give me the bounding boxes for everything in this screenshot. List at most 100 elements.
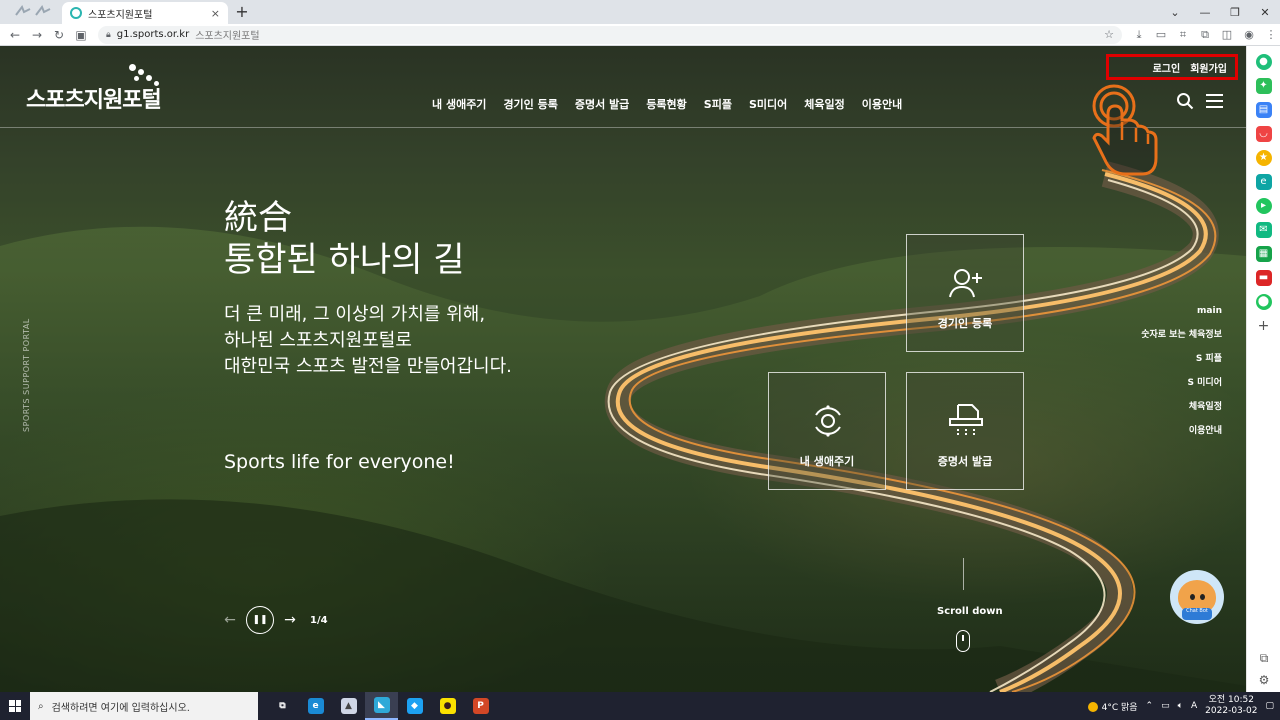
ext-star-icon[interactable]: ★	[1255, 150, 1272, 166]
slide-next-icon[interactable]: →	[282, 612, 298, 628]
side-nav-item-guide[interactable]: 이용안내	[1141, 423, 1222, 436]
browser-tab-strip: 스포츠지원포털 × + ⌄ — ❐ ✕	[0, 0, 1280, 24]
notification-icon[interactable]: ▢	[1265, 701, 1274, 711]
browser-extension-sidebar: ● ✦ ▤ ◡ ★ e ▸ ✉ ▦ ▬ ⬤ + ⧉ ⚙	[1246, 46, 1280, 692]
tab-close-icon[interactable]: ×	[211, 7, 220, 20]
login-signup-highlight: 로그인 회원가입	[1106, 54, 1238, 80]
restore-icon[interactable]: ❐	[1220, 6, 1250, 19]
download-icon[interactable]: ⤓	[1130, 28, 1148, 42]
ext-red-pocket-icon[interactable]: ◡	[1255, 126, 1272, 142]
app-blue-icon[interactable]: ◆	[398, 692, 431, 720]
ext-red-badge-icon[interactable]: ▬	[1255, 270, 1272, 286]
hero-slogan: Sports life for everyone!	[224, 451, 455, 473]
weather-widget[interactable]: 4°C 맑음	[1087, 700, 1138, 713]
lock-icon[interactable]: 🔒︎	[106, 30, 111, 40]
gnb-item-smedia[interactable]: S미디어	[749, 96, 787, 112]
address-bar[interactable]: 🔒︎ g1.sports.or.kr 스포츠지원포털 ☆	[98, 25, 1122, 44]
tray-chevron-icon[interactable]: ⌃	[1146, 701, 1154, 711]
address-page-title: 스포츠지원포털	[195, 31, 260, 42]
ext-add-icon[interactable]: +	[1256, 318, 1272, 334]
chatbot-button[interactable]: Chat Bot	[1170, 570, 1224, 624]
slide-prev-icon[interactable]: ←	[222, 612, 238, 628]
gnb-item-lifecycle[interactable]: 내 생애주기	[432, 96, 486, 112]
quick-card-label: 경기인 등록	[937, 317, 993, 330]
side-nav-item-main[interactable]: main	[1141, 306, 1222, 316]
extensions-icon[interactable]: ⧉	[1196, 28, 1214, 42]
hero-desc-line: 대한민국 스포츠 발전을 만들어갑니다.	[224, 356, 512, 377]
browser-tab-active[interactable]: 스포츠지원포털 ×	[62, 2, 228, 24]
task-view-icon[interactable]: ⧉	[266, 692, 299, 720]
address-url: g1.sports.or.kr	[116, 29, 190, 40]
site-logo[interactable]: 스포츠지원포털	[26, 64, 166, 113]
pinned-tab-icon[interactable]	[12, 3, 56, 21]
ext-settings-icon[interactable]: ⚙	[1256, 672, 1272, 688]
ime-icon[interactable]: A	[1191, 701, 1197, 711]
quick-card-certificate[interactable]: 증명서 발급	[906, 372, 1024, 490]
hero-description: 더 큰 미래, 그 이상의 가치를 위해, 하나된 스포츠지원포털로 대한민국 …	[224, 302, 512, 380]
screenshot-icon[interactable]: ⌗	[1174, 28, 1192, 42]
clock-time: 오전 10:52	[1208, 695, 1254, 705]
ext-blue-box-icon[interactable]: ▤	[1255, 102, 1272, 118]
quick-card-athlete-register[interactable]: 경기인 등록	[906, 234, 1024, 352]
gnb-item-certificate[interactable]: 증명서 발급	[575, 96, 629, 112]
sidebar-toggle-icon[interactable]: ◫	[1218, 28, 1236, 42]
search-icon[interactable]	[1176, 92, 1194, 110]
forward-icon[interactable]: →	[28, 28, 46, 42]
network-icon[interactable]: ▭	[1161, 701, 1170, 711]
quick-card-label: 내 생애주기	[799, 455, 855, 468]
app-tent-icon[interactable]: ▲	[332, 692, 365, 720]
gnb-item-speople[interactable]: S피플	[704, 96, 732, 112]
app-root: 스포츠지원포털 × + ⌄ — ❐ ✕ ← → ↻ ▣ 🔒︎ g1.sports…	[0, 0, 1280, 720]
ext-open-external-icon[interactable]: ⧉	[1256, 650, 1272, 666]
gnb-item-schedule[interactable]: 체육일정	[804, 96, 844, 112]
signup-link[interactable]: 회원가입	[1190, 60, 1227, 75]
hamburger-menu-icon[interactable]	[1206, 94, 1223, 108]
gnb-item-registration-status[interactable]: 등록현황	[646, 96, 686, 112]
side-nav-item-numbers[interactable]: 숫자로 보는 체육정보	[1141, 327, 1222, 340]
new-tab-button[interactable]: +	[232, 2, 252, 22]
more-menu-icon[interactable]: ⋮	[1262, 28, 1280, 42]
side-nav-item-speople[interactable]: S 피플	[1141, 351, 1222, 364]
slider-controls: ← ❚❚ → 1/4	[222, 606, 328, 634]
mouse-scroll-icon[interactable]	[956, 630, 970, 652]
edge-browser-icon[interactable]: e	[299, 692, 332, 720]
back-icon[interactable]: ←	[6, 28, 24, 42]
pointing-hand-icon	[1090, 84, 1162, 180]
hero-title: 통합된 하나의 길	[224, 240, 465, 280]
taskbar-apps: ⧉ e ▲ ◣ ◆ ● P	[266, 692, 497, 720]
ext-sheet-icon[interactable]: ▦	[1255, 246, 1272, 262]
cast-icon[interactable]: ▭	[1152, 28, 1170, 42]
bookmark-star-icon[interactable]: ☆	[1104, 28, 1114, 41]
profile-icon[interactable]: ◉	[1240, 28, 1258, 42]
reader-icon[interactable]: ▣	[72, 28, 90, 42]
quick-card-my-lifecycle[interactable]: 내 생애주기	[768, 372, 886, 490]
gnb-item-guide[interactable]: 이용안내	[862, 96, 902, 112]
side-nav-item-schedule[interactable]: 체육일정	[1141, 399, 1222, 412]
ext-location-icon[interactable]: ⬤	[1255, 294, 1272, 310]
taskbar-search-placeholder: 검색하려면 여기에 입력하십시오.	[51, 702, 190, 714]
close-window-icon[interactable]: ✕	[1250, 6, 1280, 19]
powerpoint-icon[interactable]: P	[464, 692, 497, 720]
slide-pause-icon[interactable]: ❚❚	[246, 606, 274, 634]
minimize-icon[interactable]: —	[1190, 6, 1220, 19]
start-button[interactable]	[0, 692, 30, 720]
ext-chat-icon[interactable]: ✉	[1255, 222, 1272, 238]
scroll-down-label[interactable]: Scroll down	[937, 606, 1003, 617]
kakaotalk-icon[interactable]: ●	[431, 692, 464, 720]
browser-toolbar: ← → ↻ ▣ 🔒︎ g1.sports.or.kr 스포츠지원포털 ☆ ⤓ ▭…	[0, 24, 1280, 46]
taskbar-clock[interactable]: 오전 10:52 2022-03-02	[1205, 695, 1257, 717]
ext-play-icon[interactable]: ▸	[1255, 198, 1272, 214]
tab-search-icon[interactable]: ⌄	[1160, 6, 1190, 19]
ext-edge-icon[interactable]: e	[1255, 174, 1272, 190]
whale-browser-icon[interactable]: ◣	[365, 692, 398, 720]
side-nav-item-smedia[interactable]: S 미디어	[1141, 375, 1222, 388]
side-vertical-label: SPORTS SUPPORT PORTAL	[22, 318, 31, 432]
slide-counter: 1/4	[310, 614, 328, 626]
ext-green-circle-icon[interactable]: ●	[1255, 54, 1272, 70]
volume-icon[interactable]: 🔈︎	[1178, 701, 1183, 711]
reload-icon[interactable]: ↻	[50, 28, 68, 42]
ext-green-bot-icon[interactable]: ✦	[1255, 78, 1272, 94]
login-link[interactable]: 로그인	[1153, 60, 1181, 75]
taskbar-search-box[interactable]: ⌕ 검색하려면 여기에 입력하십시오.	[30, 692, 258, 720]
gnb-item-athlete-register[interactable]: 경기인 등록	[503, 96, 557, 112]
